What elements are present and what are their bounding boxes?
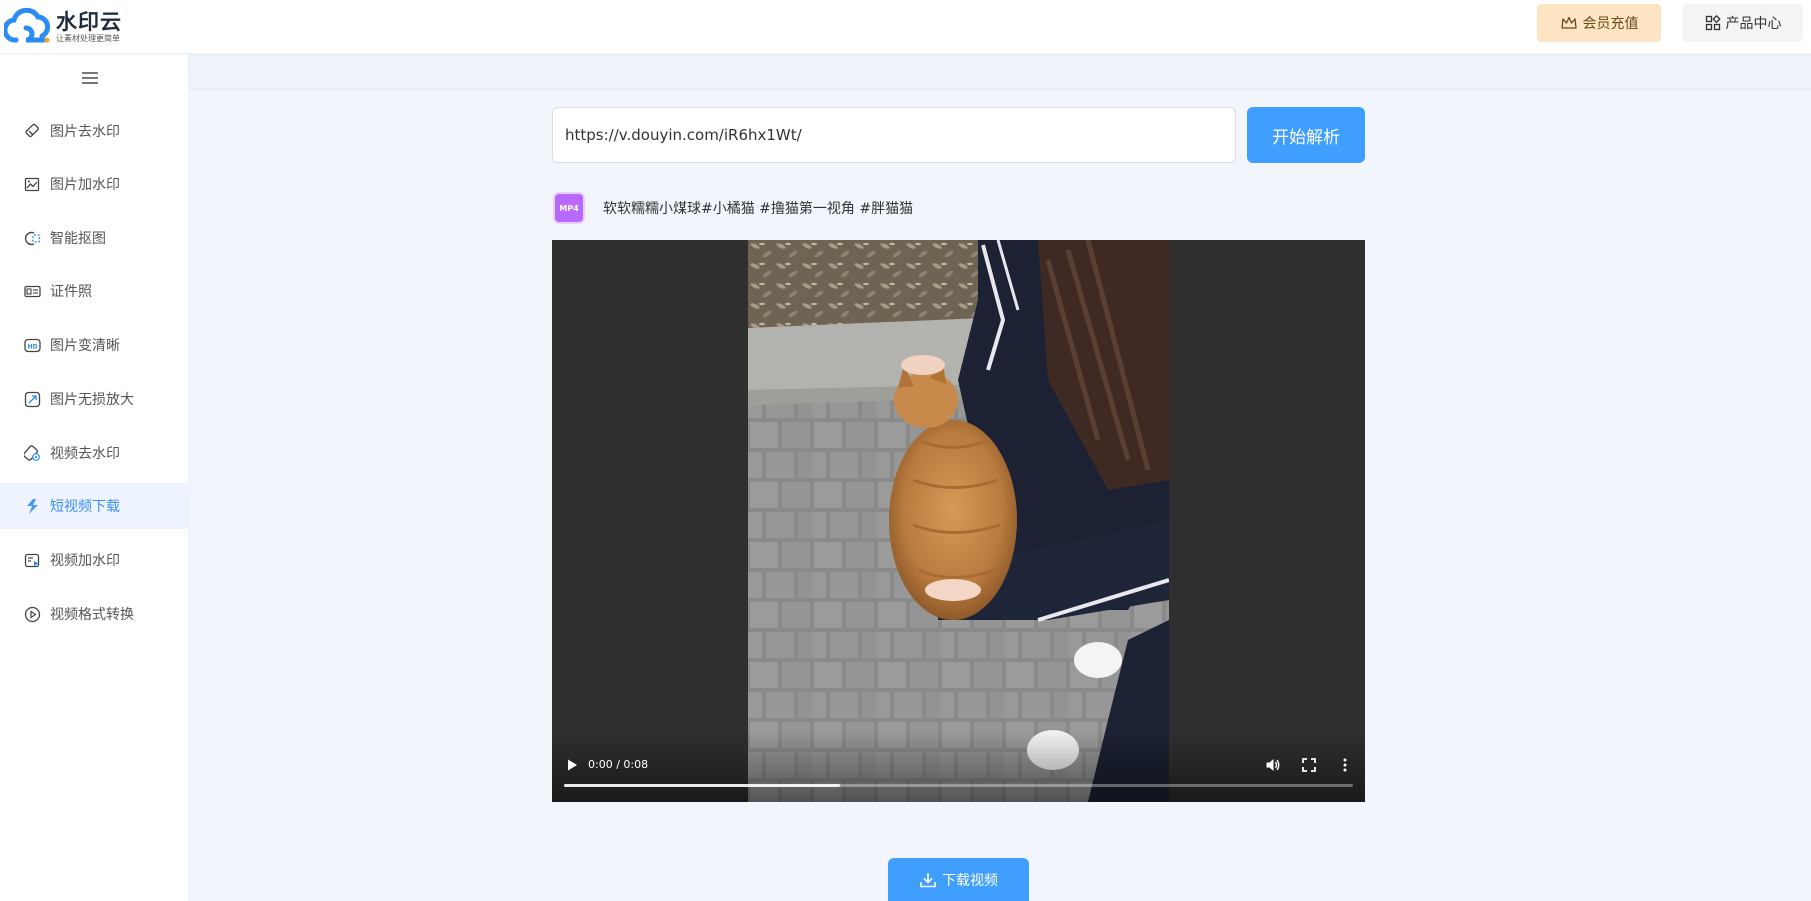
sidebar-item-label: 视频去水印	[50, 446, 120, 462]
video-frame	[748, 240, 1169, 802]
sidebar-item-label: 图片变清晰	[50, 338, 120, 354]
play-icon[interactable]	[564, 757, 580, 773]
video-eraser-icon	[24, 444, 40, 461]
id-card-icon	[24, 285, 41, 297]
sidebar-item-id-photo[interactable]: 证件照	[0, 268, 189, 314]
crown-icon	[1560, 16, 1577, 29]
more-vertical-icon[interactable]	[1337, 757, 1353, 773]
sidebar-item-image-sharpen[interactable]: HD 图片变清晰	[0, 322, 189, 368]
vip-label: 会员充值	[1582, 16, 1639, 32]
products-label: 产品中心	[1725, 16, 1782, 32]
cutout-icon	[24, 231, 41, 245]
enlarge-icon	[24, 391, 41, 407]
cloud-logo-icon	[4, 8, 51, 43]
start-parse-button[interactable]: 开始解析	[1247, 107, 1365, 163]
sidebar-item-label: 图片无损放大	[50, 392, 134, 408]
top-header: 水印云 让素材处理更简单 会员充值 产品中心	[0, 0, 1811, 54]
sidebar-item-label: 短视频下载	[50, 499, 120, 515]
sidebar-item-smart-cutout[interactable]: 智能抠图	[0, 215, 189, 261]
sidebar-item-video-remove-watermark[interactable]: 视频去水印	[0, 430, 189, 476]
product-center-button[interactable]: 产品中心	[1683, 4, 1803, 42]
sidebar-item-label: 智能抠图	[50, 231, 106, 247]
sidebar-item-image-remove-watermark[interactable]: 图片去水印	[0, 108, 189, 154]
format-badge-label: MP4	[559, 203, 579, 213]
sidebar-item-label: 视频格式转换	[50, 607, 134, 623]
controls-gradient	[552, 730, 1365, 802]
video-title: 软软糯糯小煤球#小橘猫 #撸猫第一视角 #胖猫猫	[603, 201, 914, 217]
volume-icon[interactable]	[1265, 757, 1281, 773]
convert-icon	[24, 606, 41, 622]
sidebar-item-video-add-watermark[interactable]: 视频加水印	[0, 537, 189, 583]
video-progress-bar[interactable]	[564, 784, 1353, 787]
eraser-icon	[25, 123, 39, 137]
download-icon	[920, 872, 936, 887]
sidebar-item-video-format-convert[interactable]: 视频格式转换	[0, 591, 189, 637]
svg-text:HD: HD	[27, 343, 37, 350]
vip-recharge-button[interactable]: 会员充值	[1537, 4, 1661, 42]
time-display: 0:00 / 0:08	[588, 758, 649, 771]
sidebar-item-label: 图片加水印	[50, 177, 120, 193]
logo[interactable]: 水印云 让素材处理更简单	[4, 4, 122, 50]
sidebar-item-label: 视频加水印	[50, 553, 120, 569]
short-video-icon	[27, 498, 38, 514]
sidebar: 图片去水印 图片加水印 智能抠图 证件照 HD 图片变清晰 图片无损放大 视频去…	[0, 54, 189, 901]
download-video-button[interactable]: 下载视频	[888, 858, 1029, 901]
video-url-input[interactable]	[552, 107, 1236, 163]
download-label: 下载视频	[942, 872, 998, 889]
video-watermark-icon	[24, 553, 40, 567]
content-top-band	[190, 54, 1811, 90]
sidebar-item-label: 证件照	[50, 284, 92, 300]
image-edit-icon	[24, 177, 40, 191]
fullscreen-icon[interactable]	[1301, 757, 1317, 773]
mp4-file-icon: MP4	[553, 192, 585, 224]
brand-name: 水印云	[56, 10, 122, 34]
hd-icon: HD	[24, 338, 41, 352]
menu-icon[interactable]	[81, 69, 99, 87]
sidebar-item-label: 图片去水印	[50, 124, 120, 140]
grid-icon	[1705, 15, 1721, 31]
sidebar-item-short-video-download[interactable]: 短视频下载	[0, 483, 189, 529]
sidebar-item-image-enlarge[interactable]: 图片无损放大	[0, 376, 189, 422]
video-player[interactable]: 0:00 / 0:08	[552, 240, 1365, 802]
sidebar-item-image-add-watermark[interactable]: 图片加水印	[0, 161, 189, 207]
result-file-row: MP4 软软糯糯小煤球#小橘猫 #撸猫第一视角 #胖猫猫	[553, 191, 913, 225]
video-progress-fill	[564, 784, 841, 787]
brand-slogan: 让素材处理更简单	[56, 34, 120, 43]
